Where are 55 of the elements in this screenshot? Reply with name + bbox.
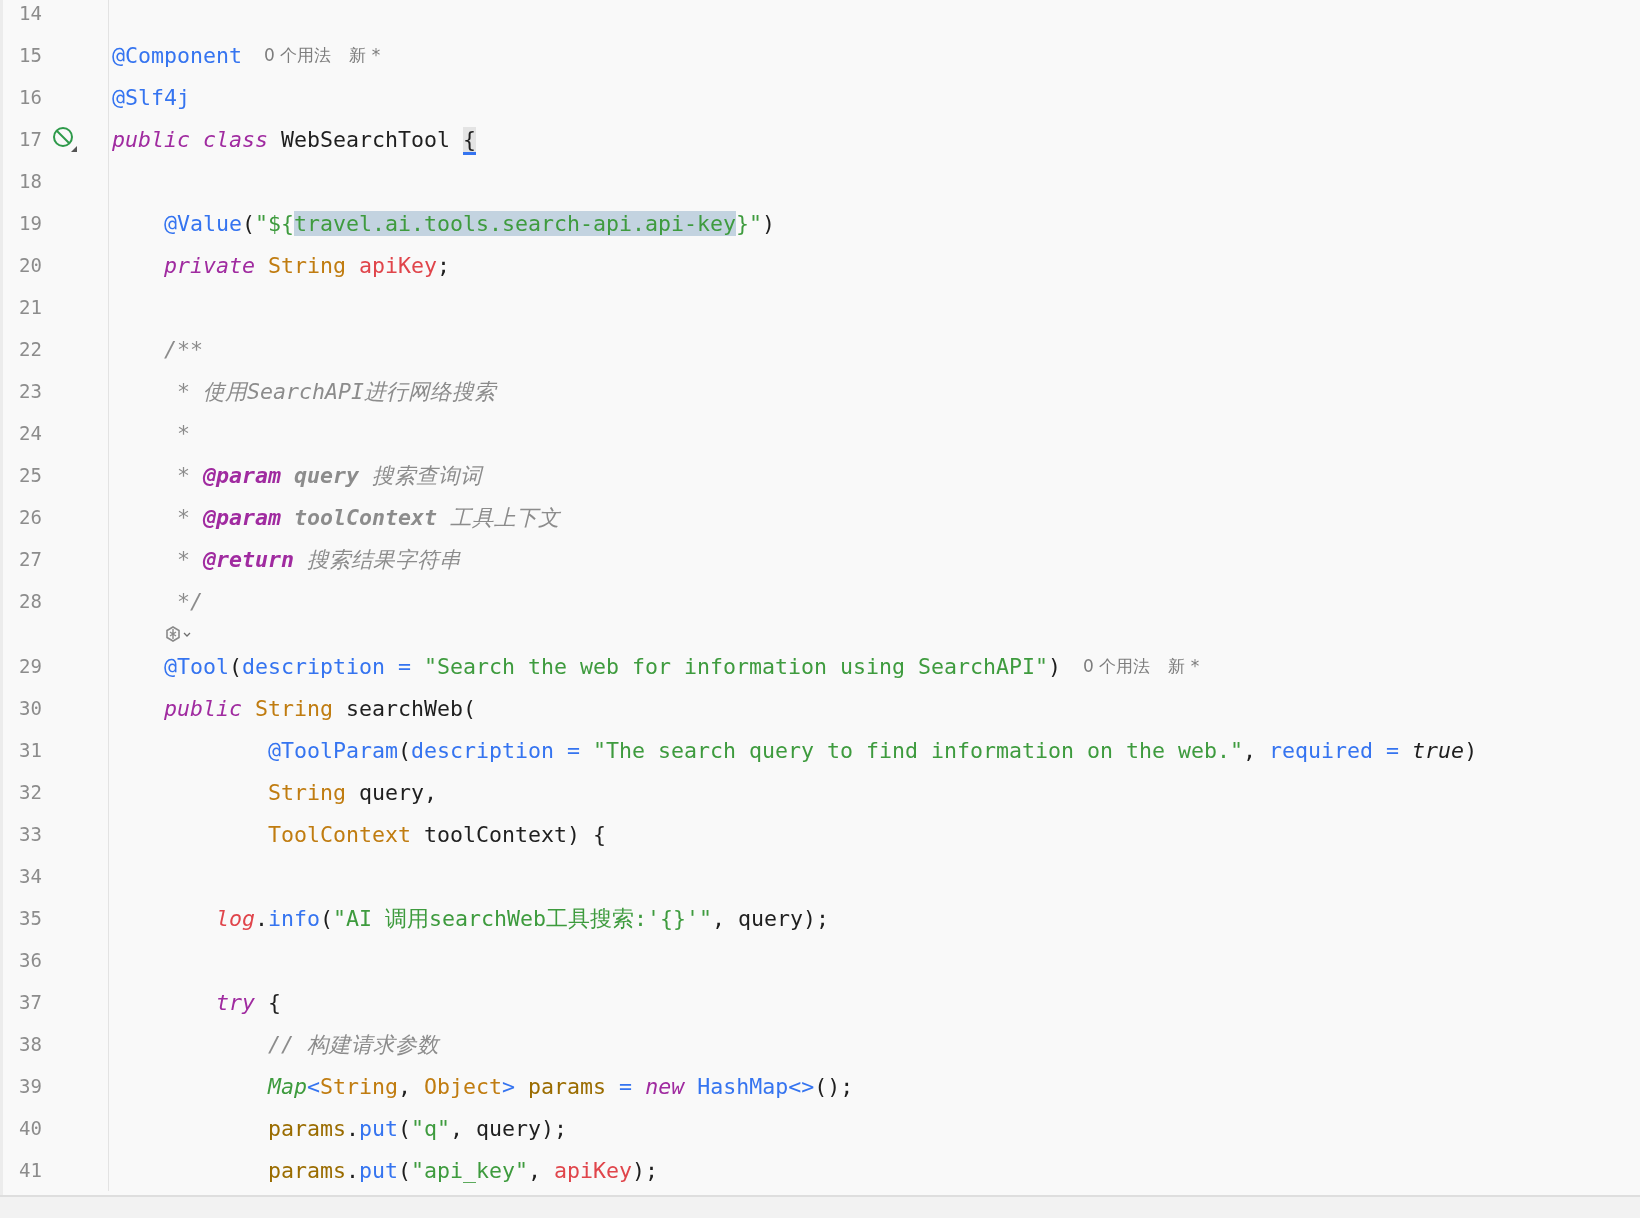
line-number: 17 <box>18 128 42 150</box>
line-number: 21 <box>18 296 42 318</box>
code-line: @Slf4j <box>112 84 190 110</box>
code-line: // 构建请求参数 <box>267 1030 439 1059</box>
code-line: try { <box>215 989 282 1015</box>
code-line: /** <box>163 336 203 362</box>
line-number: 19 <box>18 212 42 234</box>
line-number: 23 <box>18 380 42 402</box>
line-number: 22 <box>18 338 42 360</box>
line-number: 20 <box>18 254 42 276</box>
usage-hint[interactable]: 新 * <box>1168 654 1200 678</box>
code-line: private String apiKey; <box>163 252 451 278</box>
line-number: 29 <box>18 655 42 677</box>
usage-hint[interactable]: 0 个用法 <box>1083 654 1151 678</box>
code-line: params.put("api_key", apiKey); <box>267 1157 659 1183</box>
line-number: 14 <box>18 2 42 24</box>
code-line: */ <box>176 588 203 614</box>
line-number: 34 <box>18 865 42 887</box>
line-number: 30 <box>18 697 42 719</box>
code-line: params.put("q", query); <box>267 1115 568 1141</box>
line-number: 25 <box>18 464 42 486</box>
ai-assistant-icon[interactable] <box>164 624 192 643</box>
usage-hint[interactable]: 0 个用法 <box>264 43 332 67</box>
code-line: log.info("AI 调用searchWeb工具搜索:'{}'", query); <box>215 904 830 933</box>
code-line: String query, <box>267 779 438 805</box>
line-number: 32 <box>18 781 42 803</box>
line-number: 24 <box>18 422 42 444</box>
line-number: 27 <box>18 548 42 570</box>
line-number: 41 <box>18 1159 42 1181</box>
line-number: 31 <box>18 739 42 761</box>
code-line: * @param toolContext 工具上下文 <box>176 503 561 532</box>
line-number: 37 <box>18 991 42 1013</box>
code-line: @Component <box>112 42 242 68</box>
line-number: 40 <box>18 1117 42 1139</box>
code-line: * <box>176 420 190 446</box>
code-line: * @param query 搜索查询词 <box>176 461 483 490</box>
line-number: 28 <box>18 590 42 612</box>
line-number: 33 <box>18 823 42 845</box>
line-number: 39 <box>18 1075 42 1097</box>
line-number: 36 <box>18 949 42 971</box>
code-line: ToolContext toolContext) { <box>267 821 607 847</box>
code-line: * @return 搜索结果字符串 <box>176 545 462 574</box>
code-line: public String searchWeb( <box>163 695 477 721</box>
line-number: 38 <box>18 1033 42 1055</box>
code-line: @ToolParam(description = "The search query to find information on the web.", required = true) <box>267 737 1478 763</box>
line-number: 15 <box>18 44 42 66</box>
usage-hint[interactable]: 新 * <box>349 43 381 67</box>
code-line: * 使用SearchAPI进行网络搜索 <box>176 377 496 406</box>
line-number: 16 <box>18 86 42 108</box>
line-number: 35 <box>18 907 42 929</box>
code-line: Map<String, Object> params = new HashMap<>(); <box>266 1073 854 1099</box>
line-number: 26 <box>18 506 42 528</box>
code-line: @Tool(description = "Search the web for information using SearchAPI") <box>163 653 1062 679</box>
line-number: 18 <box>18 170 42 192</box>
code-line: public class WebSearchTool { <box>112 126 477 152</box>
